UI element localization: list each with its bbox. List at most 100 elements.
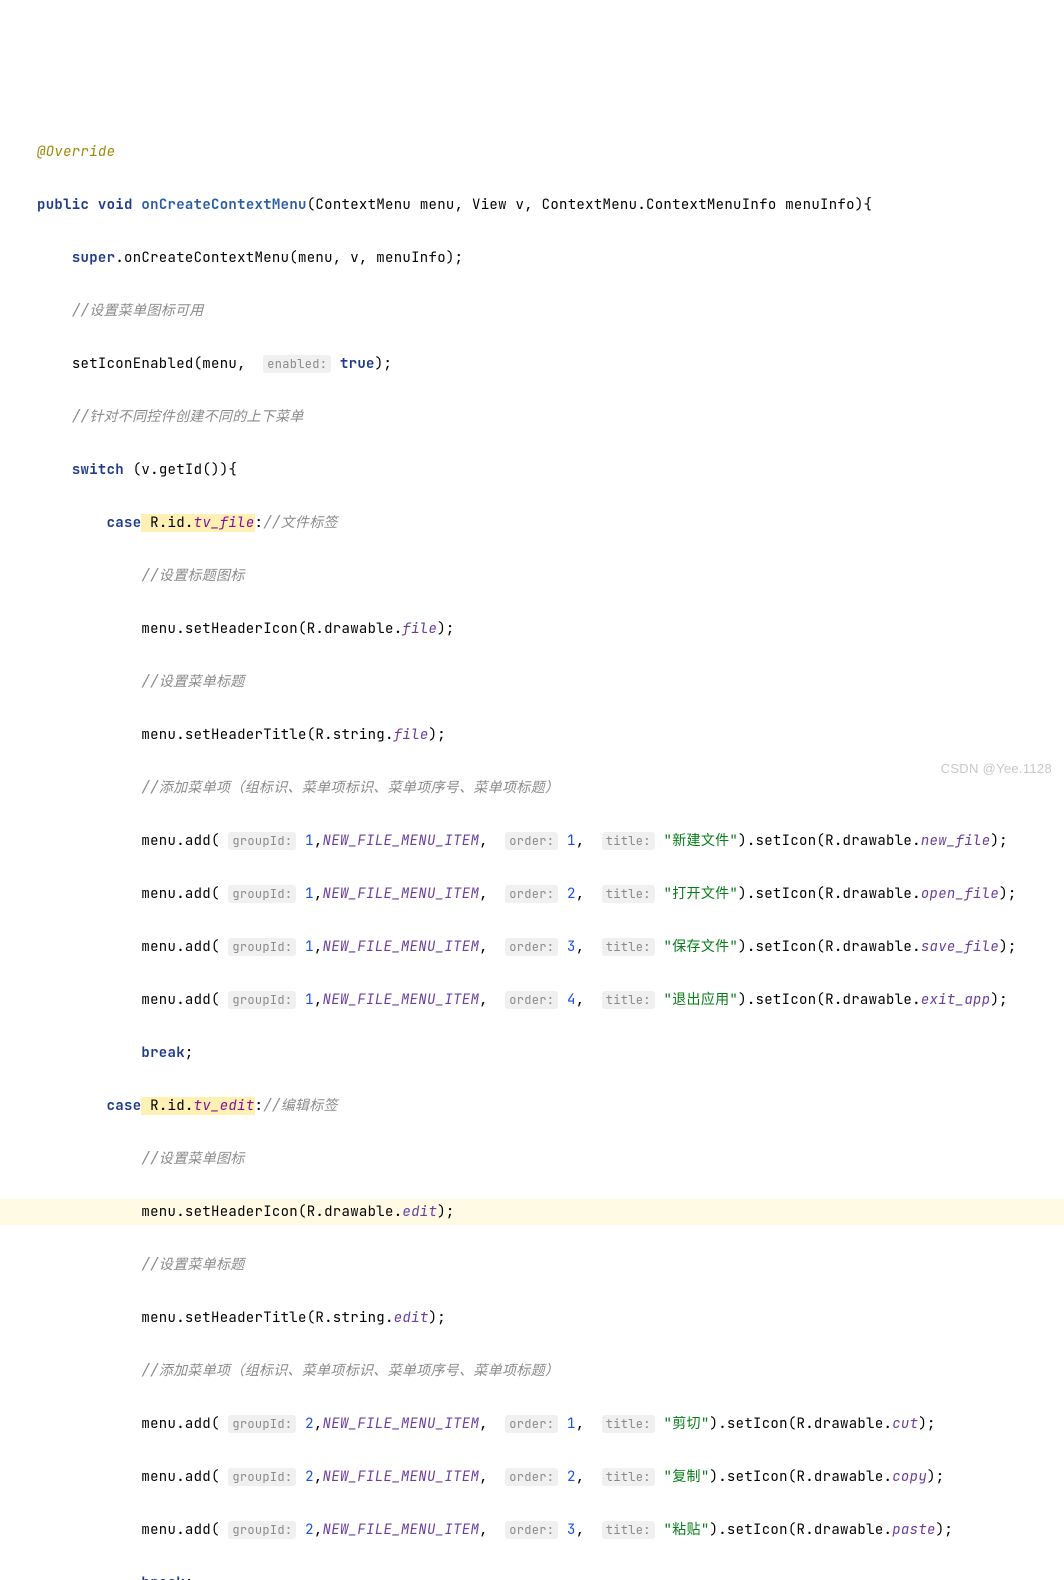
code-line[interactable]: menu.add( groupId: 1,NEW_FILE_MENU_ITEM,… [0, 934, 1064, 961]
code-line[interactable]: break; [0, 1570, 1064, 1580]
field-ref: tv_edit [194, 1097, 255, 1115]
code-line[interactable]: //添加菜单项（组标识、菜单项标识、菜单项序号、菜单项标题） [0, 775, 1064, 802]
param-hint: groupId: [228, 1468, 296, 1486]
call: setIconEnabled(menu, [72, 355, 255, 373]
param-hint: groupId: [228, 832, 296, 850]
comment: //针对不同控件创建不同的上下菜单 [72, 408, 304, 426]
code-line[interactable]: menu.add( groupId: 2,NEW_FILE_MENU_ITEM,… [0, 1464, 1064, 1491]
param-hint: groupId: [228, 1415, 296, 1433]
param-hint: title: [602, 1468, 655, 1486]
constant: NEW_FILE_MENU_ITEM [323, 885, 480, 903]
param-hint: title: [602, 1415, 655, 1433]
string-literal: "粘贴" [664, 1521, 710, 1539]
field-ref: tv_file [194, 514, 255, 532]
comment: //设置标题图标 [141, 567, 244, 585]
field-ref: file [402, 620, 437, 638]
field-ref: save_file [921, 938, 999, 956]
code-line-highlighted[interactable]: menu.setHeaderIcon(R.drawable.edit); [0, 1199, 1064, 1226]
field-ref: open_file [921, 885, 999, 903]
code-line[interactable]: case R.id.tv_file://文件标签 [0, 510, 1064, 537]
param-hint: order: [505, 832, 558, 850]
code-line[interactable]: //添加菜单项（组标识、菜单项标识、菜单项序号、菜单项标题） [0, 1358, 1064, 1385]
code-line[interactable]: super.onCreateContextMenu(menu, v, menuI… [0, 245, 1064, 272]
field-ref: paste [892, 1521, 936, 1539]
param-hint: title: [602, 885, 655, 903]
comment: //设置菜单图标可用 [72, 302, 204, 320]
field-ref: edit [394, 1309, 429, 1327]
code-line[interactable]: public void onCreateContextMenu(ContextM… [0, 192, 1064, 219]
comment: //设置菜单标题 [141, 1256, 244, 1274]
field-ref: file [394, 726, 429, 744]
case-highlight: R.id.tv_edit [141, 1097, 254, 1115]
param-hint: order: [505, 991, 558, 1009]
constant: NEW_FILE_MENU_ITEM [323, 1468, 480, 1486]
keyword-break: break [141, 1044, 185, 1062]
code-line[interactable]: //针对不同控件创建不同的上下菜单 [0, 404, 1064, 431]
param-hint: groupId: [228, 938, 296, 956]
field-ref: cut [892, 1415, 918, 1433]
string-literal: "打开文件" [664, 885, 739, 903]
param-hint: order: [505, 938, 558, 956]
constant: NEW_FILE_MENU_ITEM [323, 938, 480, 956]
param-hint: title: [602, 991, 655, 1009]
code-line[interactable]: menu.add( groupId: 2,NEW_FILE_MENU_ITEM,… [0, 1411, 1064, 1438]
keyword-case: case [107, 1097, 142, 1115]
code-line[interactable]: menu.add( groupId: 2,NEW_FILE_MENU_ITEM,… [0, 1517, 1064, 1544]
code-line[interactable]: @Override [0, 139, 1064, 166]
param-hint: order: [505, 1521, 558, 1539]
code-line[interactable]: break; [0, 1040, 1064, 1067]
method-name: onCreateContextMenu [141, 196, 306, 214]
annotation: @Override [37, 143, 115, 161]
code-line[interactable]: menu.setHeaderTitle(R.string.file); [0, 722, 1064, 749]
code-line[interactable]: //设置菜单图标 [0, 1146, 1064, 1173]
code-line[interactable]: menu.add( groupId: 1,NEW_FILE_MENU_ITEM,… [0, 881, 1064, 908]
constant: NEW_FILE_MENU_ITEM [323, 832, 480, 850]
param-hint: order: [505, 1415, 558, 1433]
code-line[interactable]: //设置菜单标题 [0, 1252, 1064, 1279]
param-hint: title: [602, 938, 655, 956]
string-literal: "退出应用" [664, 991, 739, 1009]
comment: //设置菜单图标 [141, 1150, 244, 1168]
code-line[interactable]: case R.id.tv_edit://编辑标签 [0, 1093, 1064, 1120]
code-editor[interactable]: @Override public void onCreateContextMen… [0, 112, 1064, 1580]
code-line[interactable]: //设置菜单标题 [0, 669, 1064, 696]
keyword-public: public [37, 196, 89, 214]
param-hint: order: [505, 1468, 558, 1486]
code-line[interactable]: menu.setHeaderTitle(R.string.edit); [0, 1305, 1064, 1332]
param-hint: groupId: [228, 1521, 296, 1539]
super-call: .onCreateContextMenu(menu, v, menuInfo); [115, 249, 463, 267]
keyword-switch: switch [72, 461, 124, 479]
field-ref: copy [892, 1468, 927, 1486]
keyword-true: true [340, 355, 375, 373]
param-hint: groupId: [228, 991, 296, 1009]
field-ref: exit_app [921, 991, 991, 1009]
code-line[interactable]: menu.add( groupId: 1,NEW_FILE_MENU_ITEM,… [0, 987, 1064, 1014]
string-literal: "剪切" [664, 1415, 710, 1433]
code-line[interactable]: menu.setHeaderIcon(R.drawable.file); [0, 616, 1064, 643]
code-line[interactable]: setIconEnabled(menu, enabled: true); [0, 351, 1064, 378]
case-highlight: R.id.tv_file [141, 514, 254, 532]
keyword-break: break [141, 1574, 185, 1580]
keyword-case: case [107, 514, 142, 532]
code-line[interactable]: //设置菜单图标可用 [0, 298, 1064, 325]
watermark: CSDN @Yee.1128 [941, 756, 1052, 783]
param-hint: enabled: [263, 355, 331, 373]
method-signature: (ContextMenu menu, View v, ContextMenu.C… [307, 196, 873, 214]
param-hint: title: [602, 832, 655, 850]
constant: NEW_FILE_MENU_ITEM [323, 1521, 480, 1539]
comment: //设置菜单标题 [141, 673, 244, 691]
field-ref: edit [402, 1203, 437, 1221]
keyword-super: super [72, 249, 116, 267]
constant: NEW_FILE_MENU_ITEM [323, 991, 480, 1009]
string-literal: "复制" [664, 1468, 710, 1486]
keyword-void: void [98, 196, 133, 214]
code-line[interactable]: switch (v.getId()){ [0, 457, 1064, 484]
param-hint: title: [602, 1521, 655, 1539]
param-hint: groupId: [228, 885, 296, 903]
comment: //添加菜单项（组标识、菜单项标识、菜单项序号、菜单项标题） [141, 779, 559, 797]
code-line[interactable]: menu.add( groupId: 1,NEW_FILE_MENU_ITEM,… [0, 828, 1064, 855]
code-line[interactable]: //设置标题图标 [0, 563, 1064, 590]
string-literal: "保存文件" [664, 938, 739, 956]
comment: //添加菜单项（组标识、菜单项标识、菜单项序号、菜单项标题） [141, 1362, 559, 1380]
field-ref: new_file [921, 832, 991, 850]
